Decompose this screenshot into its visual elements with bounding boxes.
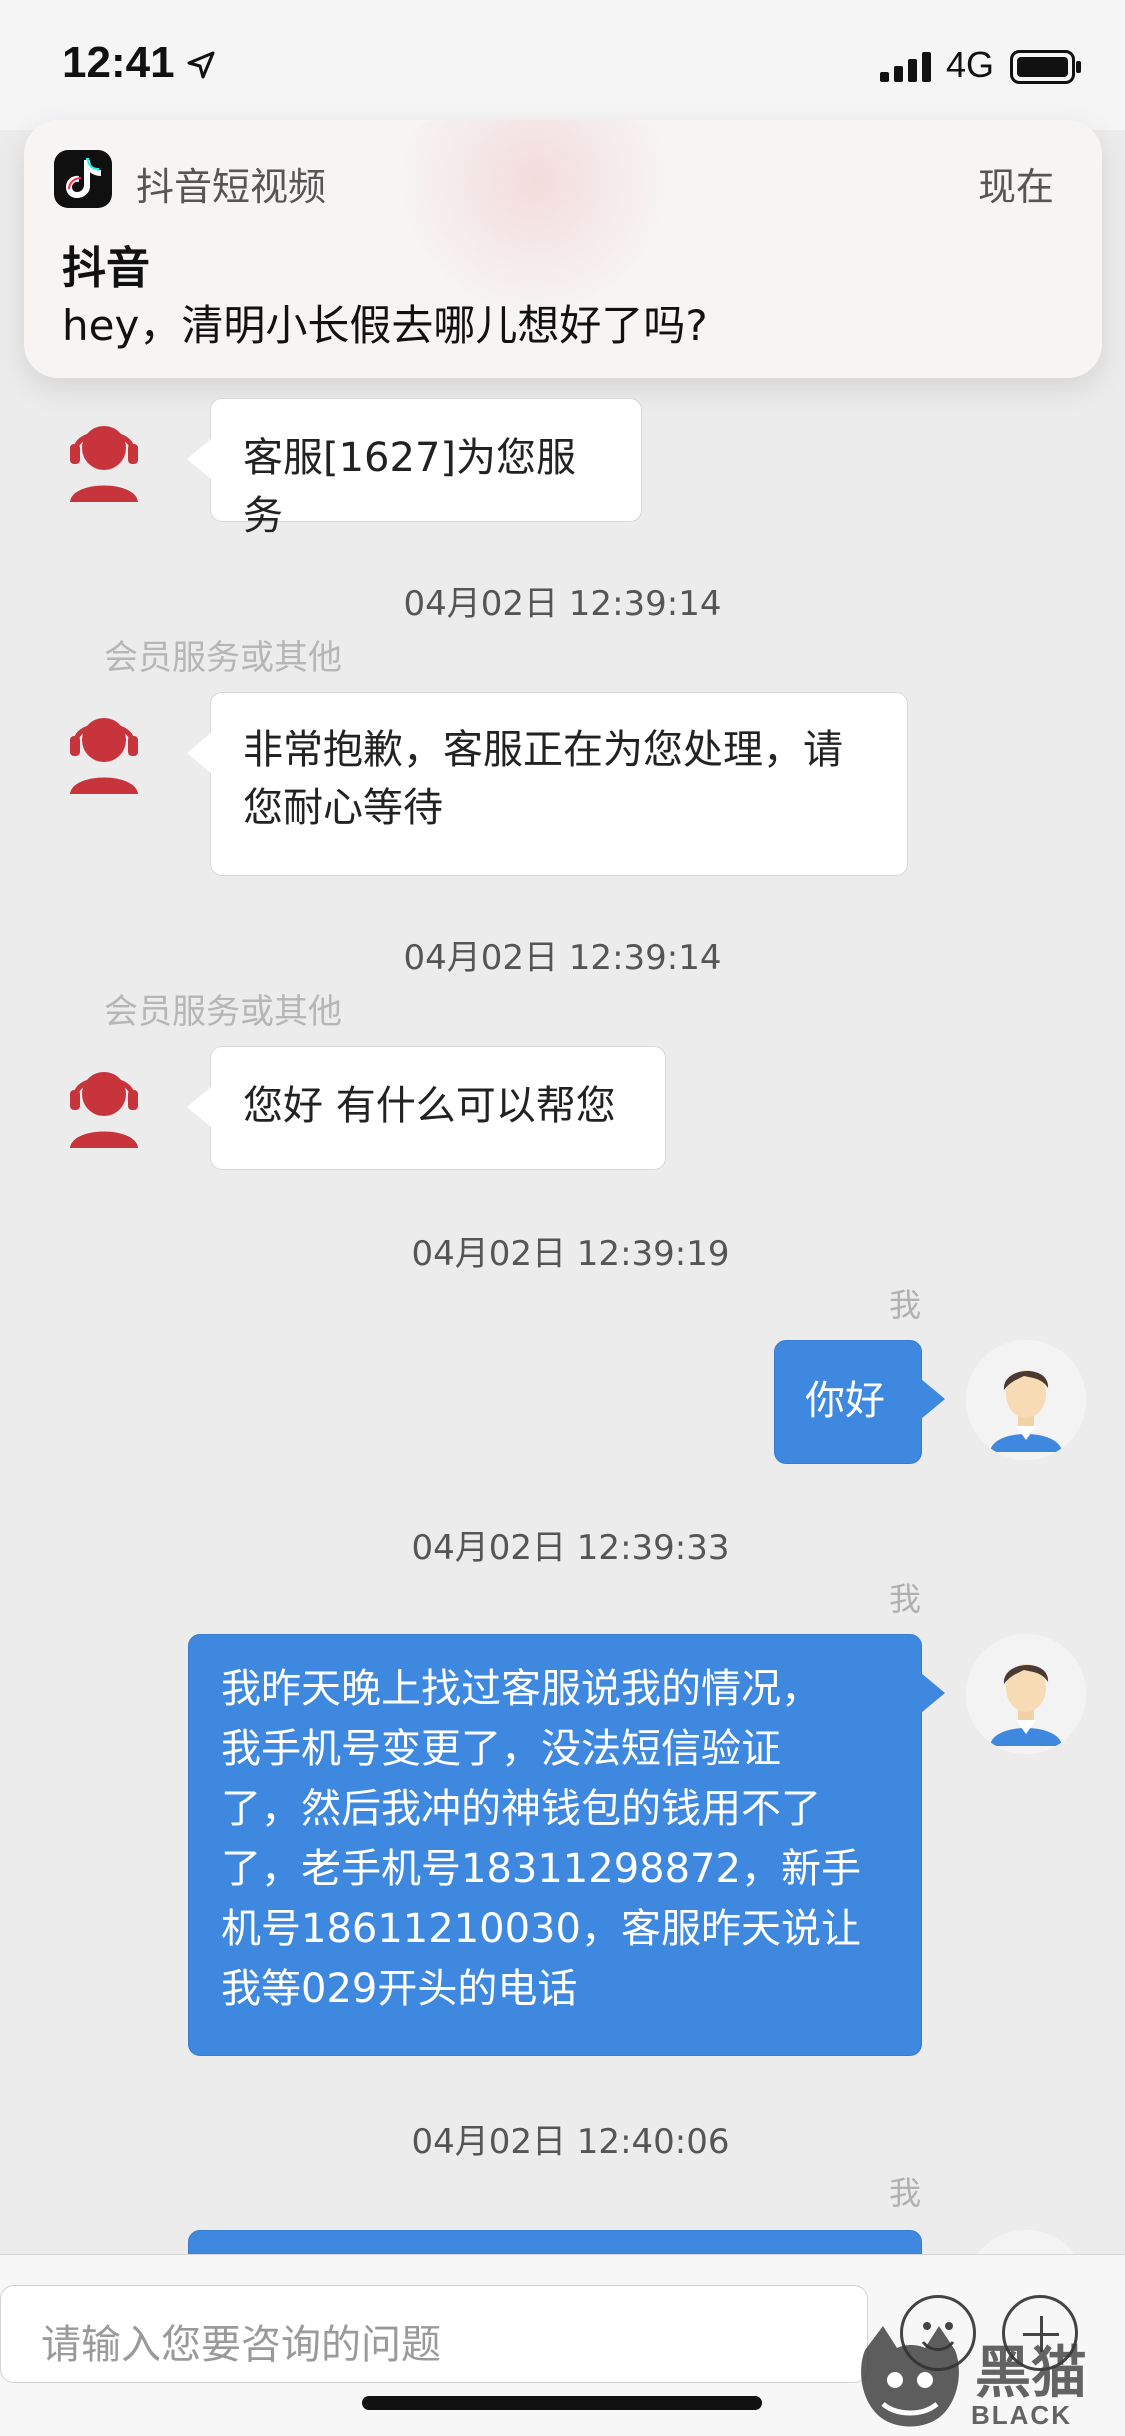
message-text-line: 我等029开头的电话 xyxy=(221,1966,578,2012)
status-time: 12:41 xyxy=(62,38,175,87)
agent-avatar-icon xyxy=(70,1072,138,1148)
sender-me-label: 我 xyxy=(888,1286,921,1324)
message-text: 你好 xyxy=(805,1378,885,1424)
notification-body: hey，清明小长假去哪儿想好了吗? xyxy=(62,301,708,350)
home-indicator[interactable] xyxy=(362,2396,762,2410)
notification-time: 现在 xyxy=(977,165,1054,209)
black-cat-logo-icon xyxy=(861,2326,959,2427)
service-category-label: 会员服务或其他 xyxy=(104,992,342,1032)
notification-title: 抖音 xyxy=(62,243,150,294)
message-text-line: 了，老手机号18311298872，新手 xyxy=(221,1846,861,1892)
message-timestamp: 04月02日 12:39:19 xyxy=(411,1234,730,1274)
chat-screen: 12:41 4G 抖音短视频 现在 抖音 hey，清明小长假去哪儿想好了吗? 客… xyxy=(0,0,1125,2436)
message-text-line: 您耐心等待 xyxy=(243,785,443,831)
message-bubble-agent[interactable]: 客服[1627]为您服务 xyxy=(187,398,642,539)
black-cat-watermark: 黑猫 BLACK CAT xyxy=(855,2320,1125,2436)
message-text-line: 我昨天晚上找过客服说我的情况， xyxy=(221,1666,821,1712)
input-placeholder: 请输入您要咨询的问题 xyxy=(41,2322,441,2368)
watermark-text: 黑猫 xyxy=(975,2341,1087,2406)
agent-avatar-icon xyxy=(70,426,138,502)
message-timestamp: 04月02日 12:39:14 xyxy=(403,584,722,624)
message-bubble-agent[interactable]: 非常抱歉，客服正在为您处理，请 您耐心等待 xyxy=(187,692,908,876)
message-input[interactable]: 请输入您要咨询的问题 xyxy=(0,2285,868,2383)
message-timestamp: 04月02日 12:40:06 xyxy=(411,2122,730,2162)
service-category-label: 会员服务或其他 xyxy=(104,638,342,678)
location-arrow-icon xyxy=(187,51,215,79)
message-text-line: 了，然后我冲的神钱包的钱用不了 xyxy=(221,1786,821,1832)
push-notification[interactable]: 抖音短视频 现在 抖音 hey，清明小长假去哪儿想好了吗? xyxy=(24,120,1102,378)
network-type: 4G xyxy=(946,44,995,85)
user-avatar-icon xyxy=(966,1634,1086,1754)
message-text: 客服[1627]为您服务 xyxy=(243,435,577,539)
message-text-line: 我手机号变更了，没法短信验证 xyxy=(221,1726,781,1772)
message-timestamp: 04月02日 12:39:33 xyxy=(411,1528,730,1568)
sender-me-label: 我 xyxy=(888,1580,921,1618)
message-text-line: 非常抱歉，客服正在为您处理，请 xyxy=(243,727,843,773)
watermark-subtext: BLACK CAT xyxy=(971,2400,1072,2436)
sender-me-label: 我 xyxy=(888,2174,921,2212)
agent-avatar-icon xyxy=(70,718,138,794)
notification-app-name: 抖音短视频 xyxy=(136,165,327,209)
status-bar: 12:41 4G xyxy=(0,0,1125,130)
battery-icon xyxy=(1010,50,1081,84)
user-avatar-icon xyxy=(966,1340,1086,1460)
douyin-app-icon xyxy=(54,150,112,208)
message-bubble-me[interactable]: 我昨天晚上找过客服说我的情况， 我手机号变更了，没法短信验证 了，然后我冲的神钱… xyxy=(188,1634,945,2056)
message-bubble-agent[interactable]: 您好 有什么可以帮您 xyxy=(187,1046,666,1170)
signal-icon xyxy=(880,52,931,82)
message-text-line: 机号18611210030，客服昨天说让 xyxy=(221,1906,861,1952)
message-text: 您好 有什么可以帮您 xyxy=(243,1083,616,1129)
message-bubble-me[interactable]: 你好 xyxy=(774,1340,945,1464)
message-timestamp: 04月02日 12:39:14 xyxy=(403,938,722,978)
